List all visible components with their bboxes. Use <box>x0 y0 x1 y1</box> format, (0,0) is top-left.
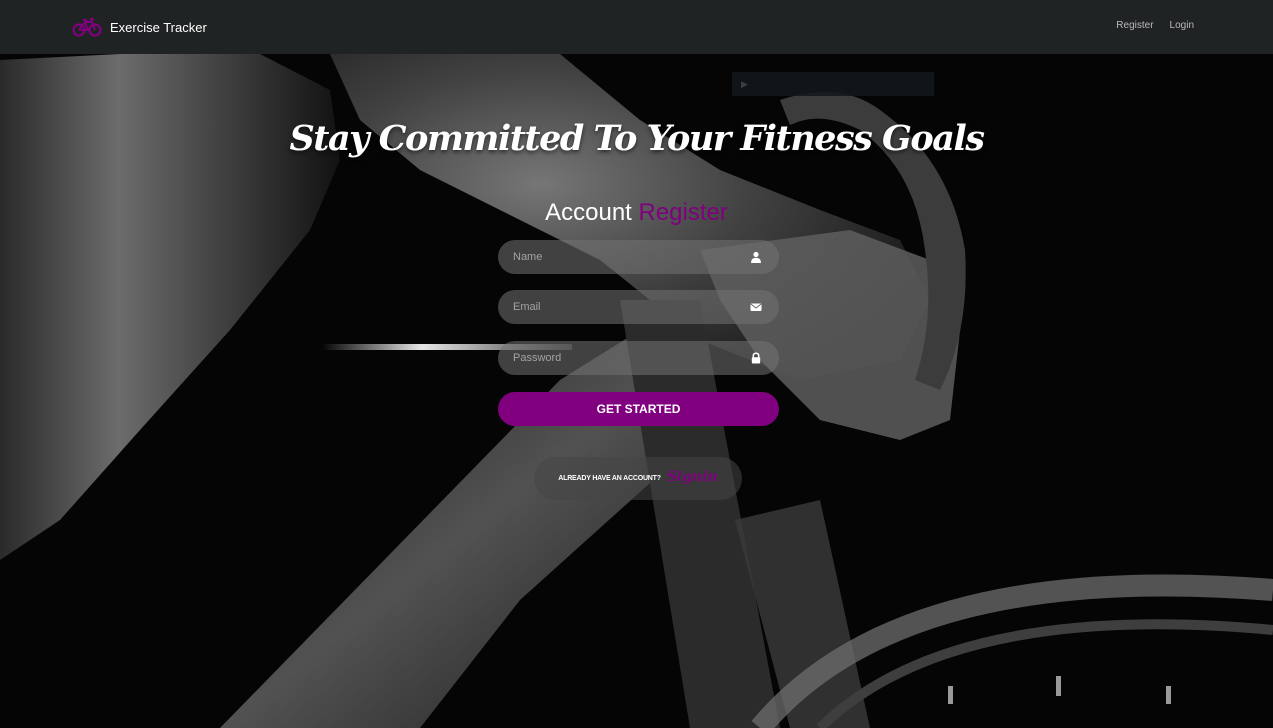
chevron-right-icon: ▶ <box>741 78 748 89</box>
user-icon <box>751 251 761 263</box>
form-title-prefix: Account <box>545 199 632 226</box>
brand-link[interactable]: Exercise Tracker <box>72 15 207 39</box>
bicycle-icon <box>72 18 102 37</box>
nav-register-link[interactable]: Register <box>1116 20 1153 31</box>
envelope-icon <box>750 303 762 311</box>
nav-login-link[interactable]: Login <box>1170 20 1194 31</box>
name-field <box>498 240 779 274</box>
get-started-button[interactable]: GET STARTED <box>498 392 779 426</box>
form-title: Account Register <box>0 199 1273 227</box>
lock-icon <box>751 352 761 364</box>
form-title-accent: Register <box>638 199 728 226</box>
email-input[interactable] <box>513 301 733 313</box>
hero-headline: Stay Committed To Your Fitness Goals <box>289 118 985 159</box>
email-field <box>498 290 779 324</box>
password-input[interactable] <box>513 352 733 364</box>
password-field <box>498 341 779 375</box>
nav-links: Register Login <box>1116 20 1194 31</box>
navbar: Exercise Tracker Register Login <box>0 0 1273 54</box>
dim-overlay-box: ▶ <box>732 72 934 96</box>
signin-prompt-text: ALREADY HAVE AN ACCOUNT? <box>558 475 661 482</box>
brand-name: Exercise Tracker <box>110 19 207 35</box>
name-input[interactable] <box>513 251 733 263</box>
signin-link[interactable]: Signin <box>667 469 718 485</box>
signin-prompt-box: ALREADY HAVE AN ACCOUNT? Signin <box>534 457 742 500</box>
